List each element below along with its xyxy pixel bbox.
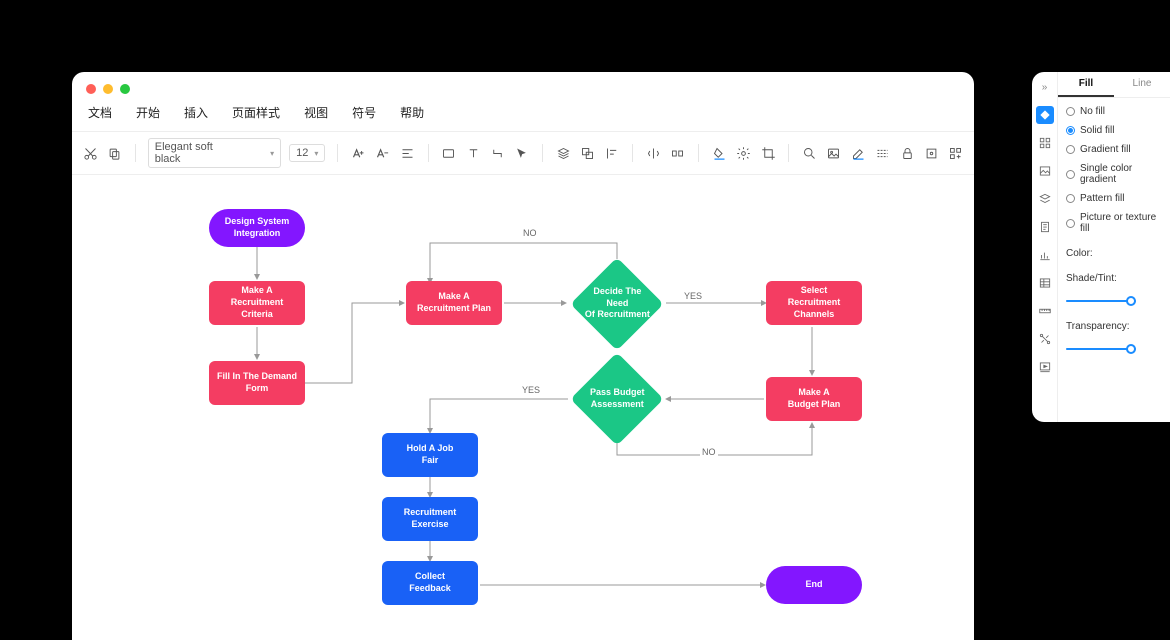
label-shade: Shade/Tint:: [1066, 273, 1162, 284]
rail-ruler-icon[interactable]: [1036, 302, 1054, 320]
collapse-icon[interactable]: »: [1036, 78, 1054, 96]
rail-grid-icon[interactable]: [1036, 134, 1054, 152]
panel-rail: »: [1032, 72, 1058, 422]
node-feedback[interactable]: Collect Feedback: [382, 561, 478, 605]
menu-file[interactable]: 文档: [88, 104, 112, 121]
node-plan[interactable]: Make A Recruitment Plan: [406, 281, 502, 325]
crop-icon[interactable]: [760, 144, 776, 162]
align-icon[interactable]: [399, 144, 415, 162]
menu-view[interactable]: 视图: [304, 104, 328, 121]
line-style-icon[interactable]: [874, 144, 890, 162]
maximize-icon[interactable]: [120, 84, 130, 94]
window-controls: [72, 72, 974, 100]
panel-body: Fill Line No fill Solid fill Gradient fi…: [1058, 72, 1170, 422]
rail-play-icon[interactable]: [1036, 358, 1054, 376]
search-icon[interactable]: [801, 144, 817, 162]
node-demand[interactable]: Fill In The Demand Form: [209, 361, 305, 405]
text-tool-icon[interactable]: [465, 144, 481, 162]
radio-solid-fill[interactable]: Solid fill: [1066, 125, 1162, 136]
node-exercise[interactable]: Recruitment Exercise: [382, 497, 478, 541]
slider-transparency[interactable]: [1066, 343, 1136, 355]
lock-icon[interactable]: [899, 144, 915, 162]
node-end[interactable]: End: [766, 566, 862, 604]
canvas[interactable]: NO YES YES NO Design System Integration …: [72, 175, 974, 640]
flip-horizontal-icon[interactable]: [645, 144, 661, 162]
label-transparency: Transparency:: [1066, 321, 1162, 332]
cut-icon[interactable]: [82, 144, 98, 162]
pointer-tool-icon[interactable]: [514, 144, 530, 162]
label-color: Color:: [1066, 248, 1162, 259]
menu-symbol[interactable]: 符号: [352, 104, 376, 121]
label-no-2: NO: [700, 447, 718, 457]
menu-page-style[interactable]: 页面样式: [232, 104, 280, 121]
radio-no-fill[interactable]: No fill: [1066, 106, 1162, 117]
chevron-down-icon: ▾: [314, 149, 318, 158]
node-channels[interactable]: Select Recruitment Channels: [766, 281, 862, 325]
node-jobfair[interactable]: Hold A Job Fair: [382, 433, 478, 477]
more-icon[interactable]: [948, 144, 964, 162]
node-budget[interactable]: Make A Budget Plan: [766, 377, 862, 421]
fit-icon[interactable]: [923, 144, 939, 162]
properties-panel: » Fill Line No fill Solid fill Gradient …: [1032, 72, 1170, 422]
radio-gradient-fill[interactable]: Gradient fill: [1066, 144, 1162, 155]
radio-single-gradient[interactable]: Single color gradient: [1066, 163, 1162, 185]
fill-color-icon[interactable]: [711, 144, 727, 162]
font-name: Elegant soft black: [155, 141, 230, 165]
toolbar: Elegant soft black ▾ 12 ▾: [72, 131, 974, 175]
panel-tabs: Fill Line: [1058, 72, 1170, 98]
node-passbudget[interactable]: Pass Budget Assessment: [584, 366, 650, 432]
connector-tool-icon[interactable]: [489, 144, 505, 162]
settings-icon[interactable]: [735, 144, 751, 162]
main-window: 文档 开始 插入 页面样式 视图 符号 帮助 Elegant soft blac…: [72, 72, 974, 640]
rail-layers-icon[interactable]: [1036, 190, 1054, 208]
group-icon[interactable]: [579, 144, 595, 162]
slider-shade[interactable]: [1066, 295, 1136, 307]
tab-fill[interactable]: Fill: [1058, 72, 1114, 97]
distribute-icon[interactable]: [670, 144, 686, 162]
close-icon[interactable]: [86, 84, 96, 94]
align-left-icon[interactable]: [604, 144, 620, 162]
pen-color-icon[interactable]: [850, 144, 866, 162]
rail-connector-icon[interactable]: [1036, 330, 1054, 348]
node-decide[interactable]: Decide The Need Of Recruitment: [584, 271, 650, 337]
radio-pattern-fill[interactable]: Pattern fill: [1066, 193, 1162, 204]
chevron-down-icon: ▾: [270, 149, 274, 158]
image-icon[interactable]: [826, 144, 842, 162]
menu-insert[interactable]: 插入: [184, 104, 208, 121]
rail-table-icon[interactable]: [1036, 274, 1054, 292]
radio-picture-fill[interactable]: Picture or texture fill: [1066, 212, 1162, 234]
copy-icon[interactable]: [106, 144, 122, 162]
font-size-select[interactable]: 12 ▾: [289, 144, 325, 162]
rectangle-tool-icon[interactable]: [440, 144, 456, 162]
node-criteria[interactable]: Make A Recruitment Criteria: [209, 281, 305, 325]
menubar: 文档 开始 插入 页面样式 视图 符号 帮助: [72, 100, 974, 131]
tab-line[interactable]: Line: [1114, 72, 1170, 97]
label-yes-2: YES: [520, 385, 542, 395]
rail-chart-icon[interactable]: [1036, 246, 1054, 264]
rail-image-icon[interactable]: [1036, 162, 1054, 180]
rail-fill-icon[interactable]: [1036, 106, 1054, 124]
rail-page-icon[interactable]: [1036, 218, 1054, 236]
fill-options: No fill Solid fill Gradient fill Single …: [1058, 98, 1170, 355]
font-size: 12: [296, 147, 308, 159]
menu-start[interactable]: 开始: [136, 104, 160, 121]
menu-help[interactable]: 帮助: [400, 104, 424, 121]
increase-font-icon[interactable]: [350, 144, 366, 162]
minimize-icon[interactable]: [103, 84, 113, 94]
decrease-font-icon[interactable]: [375, 144, 391, 162]
layers-icon[interactable]: [555, 144, 571, 162]
font-select[interactable]: Elegant soft black ▾: [148, 138, 281, 168]
label-no: NO: [521, 228, 539, 238]
node-start[interactable]: Design System Integration: [209, 209, 305, 247]
label-yes: YES: [682, 291, 704, 301]
